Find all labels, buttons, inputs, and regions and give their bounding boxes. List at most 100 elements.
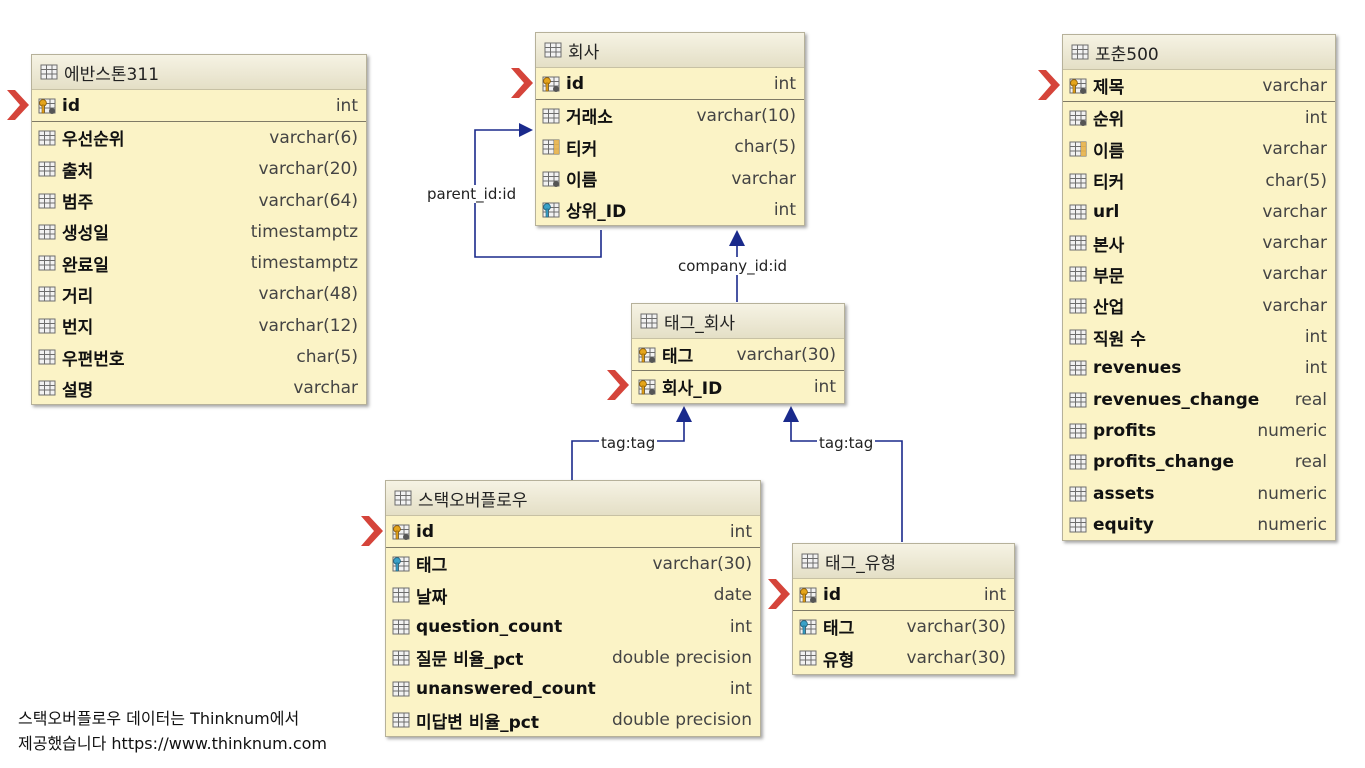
column-row[interactable]: 제목 varchar [1063, 70, 1335, 103]
column-name: assets [1093, 483, 1155, 504]
primary-key-marker-icon [607, 370, 629, 401]
column-row[interactable]: url varchar [1063, 196, 1335, 227]
column-type: int [1304, 358, 1327, 379]
footnote: 스택오버플로우 데이터는 Thinknum에서 제공했습니다 https://w… [18, 706, 327, 756]
column-name: 미답변 비율_pct [416, 712, 539, 733]
table-stackoverflow[interactable]: 스택오버플로우 id int 태그 varchar(30) 날짜 date question_… [385, 480, 761, 738]
column-name: url [1093, 201, 1120, 222]
column-name: 유형 [823, 650, 855, 671]
column-row[interactable]: revenues int [1063, 353, 1335, 384]
column-row[interactable]: 상위_ID int [536, 194, 804, 225]
column-row[interactable]: 이름 varchar [1063, 134, 1335, 165]
primary-key-icon [1069, 77, 1087, 95]
column-type: varchar(30) [906, 616, 1006, 637]
column-name: 우선순위 [62, 130, 125, 151]
column-type: varchar(64) [258, 190, 358, 211]
column-row[interactable]: assets numeric [1063, 478, 1335, 509]
column-name: 생성일 [62, 224, 109, 245]
column-icon [392, 680, 410, 698]
column-row[interactable]: 태그 varchar(30) [632, 339, 844, 372]
relation-label-tag-stackoverflow: tag:tag [599, 434, 658, 452]
column-icon [392, 649, 410, 667]
column-row[interactable]: 설명 varchar [32, 373, 366, 404]
column-row[interactable]: 회사_ID int [632, 371, 844, 402]
column-row[interactable]: 유형 varchar(30) [793, 643, 1014, 674]
column-row[interactable]: 본사 varchar [1063, 227, 1335, 258]
table-tag-type[interactable]: 태그_유형 id int 태그 varchar(30) 유형 varchar(30) [792, 543, 1015, 675]
column-row[interactable]: profits_change real [1063, 447, 1335, 478]
column-row[interactable]: 번지 varchar(12) [32, 310, 366, 341]
column-name: 태그 [662, 347, 694, 368]
column-icon [1069, 297, 1087, 315]
column-type: int [729, 616, 752, 637]
table-header[interactable]: 회사 [536, 33, 804, 68]
column-type: varchar(30) [906, 648, 1006, 669]
column-type: numeric [1257, 483, 1327, 504]
column-row[interactable]: 거리 varchar(48) [32, 279, 366, 310]
column-name: id [416, 521, 434, 542]
column-row[interactable]: 태그 varchar(30) [793, 611, 1014, 642]
column-row[interactable]: equity numeric [1063, 509, 1335, 540]
table-header[interactable]: 태그_회사 [632, 304, 844, 339]
column-icon [392, 586, 410, 604]
column-row[interactable]: 직원 수 int [1063, 321, 1335, 352]
table-header[interactable]: 에반스톤311 [32, 55, 366, 90]
indexed-column-icon [1069, 140, 1087, 158]
primary-key-marker-icon [1038, 70, 1060, 100]
foreign-key-icon [542, 201, 560, 219]
table-tag-company[interactable]: 태그_회사 태그 varchar(30) 회사_ID int [631, 303, 845, 404]
column-name: 부문 [1093, 266, 1125, 287]
column-row[interactable]: 태그 varchar(30) [386, 548, 760, 579]
column-name: 거리 [62, 286, 94, 307]
table-header[interactable]: 스택오버플로우 [386, 481, 760, 516]
column-type: char(5) [1265, 170, 1327, 191]
column-type: varchar [1262, 264, 1327, 285]
column-row[interactable]: 완료일 timestamptz [32, 247, 366, 278]
column-row[interactable]: id int [32, 90, 366, 123]
table-title: 회사 [568, 42, 600, 63]
column-row[interactable]: 날짜 date [386, 580, 760, 611]
column-row[interactable]: 티커 char(5) [536, 132, 804, 163]
column-row[interactable]: id int [536, 68, 804, 101]
column-type: double precision [611, 647, 752, 668]
column-name: 티커 [1093, 173, 1125, 194]
column-row[interactable]: revenues_change real [1063, 384, 1335, 415]
column-row[interactable]: 생성일 timestamptz [32, 216, 366, 247]
column-row[interactable]: 부문 varchar [1063, 259, 1335, 290]
column-type: varchar(12) [258, 315, 358, 336]
column-icon [38, 129, 56, 147]
column-type: varchar(20) [258, 159, 358, 180]
foreign-key-icon [392, 555, 410, 573]
column-name: 질문 비율_pct [416, 650, 524, 671]
column-name: id [62, 95, 80, 116]
column-row[interactable]: profits numeric [1063, 415, 1335, 446]
column-row[interactable]: 우선순위 varchar(6) [32, 122, 366, 153]
footnote-line-1: 스택오버플로우 데이터는 Thinknum에서 [18, 709, 300, 728]
column-row[interactable]: 출처 varchar(20) [32, 154, 366, 185]
table-icon [394, 489, 412, 507]
column-name: 출처 [62, 161, 94, 182]
column-name: id [823, 584, 841, 605]
column-row[interactable]: id int [793, 579, 1014, 612]
column-name: 회사_ID [662, 379, 723, 400]
column-row[interactable]: 우편번호 char(5) [32, 341, 366, 372]
column-type: int [729, 521, 752, 542]
column-row[interactable]: 미답변 비율_pct double precision [386, 705, 760, 736]
table-fortune[interactable]: 포춘500 제목 varchar 순위 int 이름 varchar 티커 char(5) url… [1062, 34, 1336, 542]
column-row[interactable]: question_count int [386, 611, 760, 642]
table-header[interactable]: 태그_유형 [793, 544, 1014, 579]
table-company[interactable]: 회사 id int 거래소 varchar(10) 티커 char(5) 이름 varchar 상… [535, 32, 805, 227]
column-row[interactable]: 티커 char(5) [1063, 165, 1335, 196]
column-row[interactable]: 범주 varchar(64) [32, 185, 366, 216]
table-header[interactable]: 포춘500 [1063, 35, 1335, 70]
column-icon [38, 254, 56, 272]
column-type: real [1294, 389, 1327, 410]
column-row[interactable]: 순위 int [1063, 102, 1335, 133]
column-row[interactable]: 질문 비율_pct double precision [386, 642, 760, 673]
column-row[interactable]: 거래소 varchar(10) [536, 100, 804, 131]
table-evanston[interactable]: 에반스톤311 id int 우선순위 varchar(6) 출처 varchar(20) 범… [31, 54, 367, 405]
column-row[interactable]: 이름 varchar [536, 163, 804, 194]
column-row[interactable]: 산업 varchar [1063, 290, 1335, 321]
column-row[interactable]: unanswered_count int [386, 673, 760, 704]
column-row[interactable]: id int [386, 516, 760, 549]
